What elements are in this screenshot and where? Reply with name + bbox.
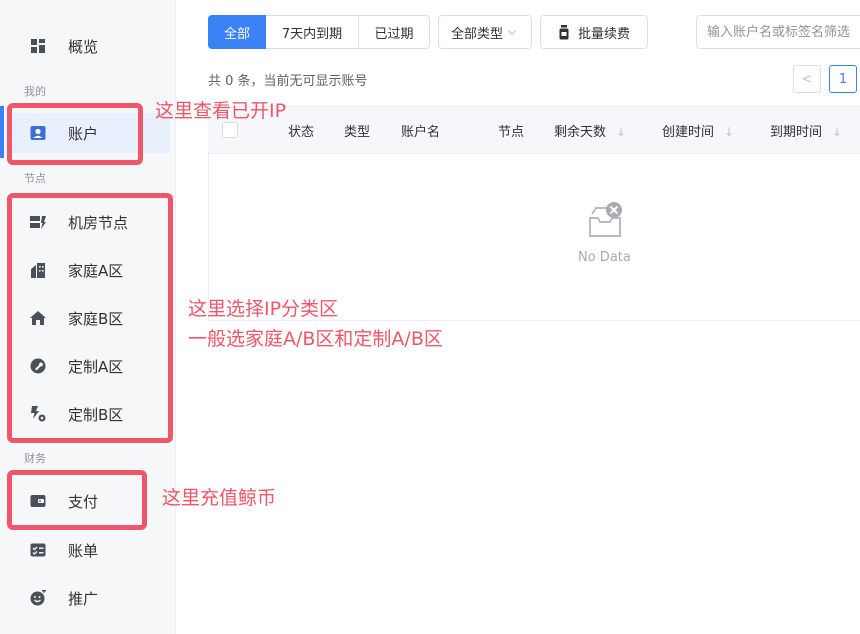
bill-icon bbox=[30, 543, 46, 557]
smile-plus-icon bbox=[30, 590, 46, 606]
annotation-box-nodes bbox=[7, 193, 173, 443]
annotation-node-note-line2: 一般选家庭A/B区和定制A/B区 bbox=[188, 328, 443, 350]
column-header-account: 账户名 bbox=[401, 125, 441, 140]
sidebar-item-promote[interactable]: 推广 bbox=[10, 578, 170, 618]
column-header-days-left[interactable]: 剩余天数 ↓ bbox=[554, 121, 626, 140]
sort-arrow-icon: ↓ bbox=[832, 125, 843, 139]
dashboard-icon bbox=[31, 39, 45, 53]
active-indicator bbox=[0, 106, 4, 158]
sort-arrow-icon: ↓ bbox=[616, 125, 627, 139]
annotation-payment-note: 这里充值鲸币 bbox=[162, 487, 277, 509]
tab-expired[interactable]: 已过期 bbox=[358, 15, 430, 49]
result-count: 共 0 条，当前无可显示账号 bbox=[208, 74, 368, 89]
tab-all[interactable]: 全部 bbox=[208, 15, 266, 49]
batch-renew-button[interactable]: 批量续费 bbox=[540, 15, 648, 49]
column-header-node: 节点 bbox=[498, 125, 525, 140]
empty-state-text: No Data bbox=[578, 250, 631, 265]
annotation-box-account bbox=[7, 103, 143, 165]
column-header-label: 创建时间 bbox=[662, 125, 715, 140]
annotation-box-payment bbox=[7, 470, 147, 530]
select-all-checkbox[interactable] bbox=[222, 122, 238, 138]
annotation-node-note-line1: 这里选择IP分类区 bbox=[188, 298, 339, 320]
search-input[interactable] bbox=[696, 15, 860, 49]
pager-page-button[interactable]: 1 bbox=[829, 65, 857, 93]
empty-inbox-icon bbox=[589, 202, 622, 237]
section-label-finance: 财务 bbox=[24, 452, 46, 465]
type-select[interactable]: 全部类型 bbox=[438, 15, 532, 49]
tab-expiring-7days[interactable]: 7天内到期 bbox=[266, 15, 359, 49]
sidebar-item-label: 账单 bbox=[68, 542, 99, 560]
sidebar-item-overview[interactable]: 概览 bbox=[10, 26, 170, 66]
column-header-label: 剩余天数 bbox=[554, 125, 607, 140]
bottle-icon bbox=[559, 24, 569, 39]
pager-prev-button[interactable]: < bbox=[793, 65, 821, 93]
sidebar-item-label: 推广 bbox=[68, 590, 99, 608]
annotation-account-note: 这里查看已开IP bbox=[155, 100, 287, 122]
column-header-type: 类型 bbox=[344, 125, 371, 140]
column-header-created[interactable]: 创建时间 ↓ bbox=[662, 121, 734, 140]
sort-arrow-icon: ↓ bbox=[724, 125, 735, 139]
type-select-value: 全部类型 bbox=[451, 26, 504, 42]
sidebar-item-bill[interactable]: 账单 bbox=[10, 530, 170, 570]
chevron-down-icon bbox=[508, 30, 516, 35]
column-header-status: 状态 bbox=[288, 125, 315, 140]
batch-renew-label: 批量续费 bbox=[577, 26, 630, 42]
section-label-mine: 我的 bbox=[24, 85, 46, 98]
column-header-expires[interactable]: 到期时间 ↓ bbox=[770, 121, 842, 140]
section-label-nodes: 节点 bbox=[24, 172, 46, 185]
sidebar-item-label: 概览 bbox=[68, 38, 99, 56]
column-header-label: 到期时间 bbox=[770, 125, 823, 140]
table-header: 状态 类型 账户名 节点 剩余天数 ↓ 创建时间 ↓ 到期时间 ↓ bbox=[208, 106, 860, 154]
